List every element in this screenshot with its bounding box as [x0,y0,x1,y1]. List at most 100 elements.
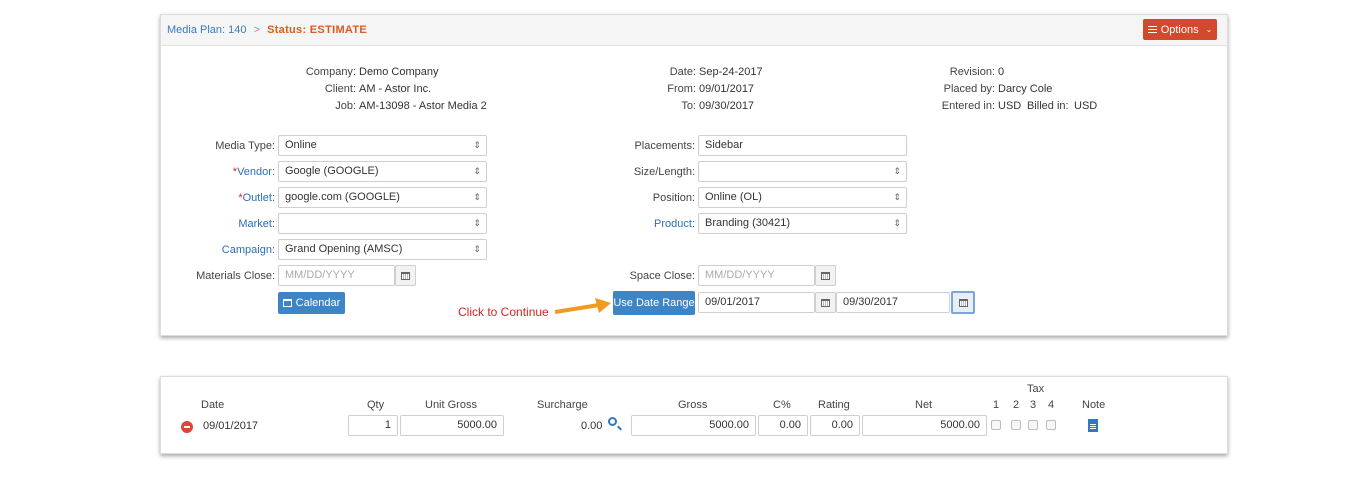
commission-column-header: C% [773,399,791,411]
arrow-icon [554,298,611,314]
date-value: Sep-24-2017 [699,66,763,78]
job-label: Job: [335,100,356,112]
outlet-value: google.com (GOOGLE) [285,191,400,203]
range-start-calendar-button[interactable] [815,292,836,313]
job-value: AM-13098 - Astor Media 2 [359,100,487,112]
options-label: Options [1160,23,1199,36]
breadcrumb-media-plan-link[interactable]: Media Plan: 140 [167,24,247,36]
calendar-icon [821,271,830,280]
options-button[interactable]: Options ⌄ [1143,19,1217,40]
calendar-button-label: Calendar [295,297,341,309]
breadcrumb-separator: > [253,24,260,36]
placements-label: Placements: [634,140,695,152]
select-arrows-icon: ⇕ [473,218,481,228]
note-column-header: Note [1082,399,1106,411]
calendar-icon [958,298,968,307]
placements-input[interactable]: Sidebar [698,135,907,156]
vendor-label[interactable]: *Vendor: [161,166,275,178]
surcharge-column-header: Surcharge [537,399,588,411]
date-range-end-input[interactable]: 09/30/2017 [836,292,950,313]
placed-by-label: Placed by: [943,83,995,95]
media-type-label: Media Type: [215,140,275,152]
client-label: Client: [324,83,356,95]
outlet-label-text: Outlet: [242,192,275,204]
campaign-value: Grand Opening (AMSC) [285,243,403,255]
unit-gross-input[interactable]: 5000.00 [400,415,504,436]
company-value: Demo Company [359,66,439,78]
space-close-input[interactable]: MM/DD/YYYY [698,265,815,286]
size-length-select[interactable]: ⇕ [698,161,907,182]
client-value: AM - Astor Inc. [359,83,432,95]
vendor-select[interactable]: Google (GOOGLE) ⇕ [278,161,487,182]
campaign-label[interactable]: Campaign: [161,244,275,256]
date-range-start-input[interactable]: 09/01/2017 [698,292,815,313]
media-plan-panel: Media Plan: 140 > Status: ESTIMATE Optio… [160,14,1228,336]
tax-4-checkbox[interactable] [1046,420,1056,430]
product-select[interactable]: Branding (30421) ⇕ [698,213,907,234]
use-date-range-button[interactable]: Use Date Range [613,291,695,315]
revision-label: Revision: [949,66,995,78]
unit-gross-column-header: Unit Gross [425,399,477,411]
click-to-continue-annotation: Click to Continue [458,305,549,319]
search-icon[interactable] [608,417,617,426]
remove-row-icon[interactable] [181,421,193,433]
select-arrows-icon: ⇕ [473,244,481,254]
materials-close-input[interactable]: MM/DD/YYYY [278,265,395,286]
to-label: To: [681,100,696,112]
range-end-calendar-button[interactable] [951,291,975,314]
outlet-select[interactable]: google.com (GOOGLE) ⇕ [278,187,487,208]
tax-2-checkbox[interactable] [1011,420,1021,430]
date-column-header: Date [201,399,225,411]
position-label: Position: [652,192,695,204]
select-arrows-icon: ⇕ [893,166,901,176]
calendar-icon [821,298,830,307]
media-type-select[interactable]: Online ⇕ [278,135,487,156]
line-items-panel: Tax Date Qty Unit Gross Surcharge Gross … [160,376,1228,454]
product-label[interactable]: Product: [561,218,695,230]
tax-2-header: 2 [1013,399,1020,411]
market-label[interactable]: Market: [161,218,275,230]
select-arrows-icon: ⇕ [893,192,901,202]
status-label: Status: ESTIMATE [267,24,367,36]
use-date-range-label: Use Date Range [613,297,695,309]
market-select[interactable]: ⇕ [278,213,487,234]
position-select[interactable]: Online (OL) ⇕ [698,187,907,208]
calendar-icon [401,271,410,280]
media-type-value: Online [285,139,317,151]
vendor-value: Google (GOOGLE) [285,165,379,177]
vendor-label-text: Vendor: [237,166,275,178]
billed-in-value: USD [1074,100,1098,112]
rating-column-header: Rating [818,399,850,411]
note-icon[interactable] [1088,419,1098,432]
calendar-button[interactable]: Calendar [278,292,345,314]
select-arrows-icon: ⇕ [473,166,481,176]
placed-by-value: Darcy Cole [998,83,1053,95]
size-length-label: Size/Length: [633,166,695,178]
row-date: 09/01/2017 [203,420,259,432]
campaign-select[interactable]: Grand Opening (AMSC) ⇕ [278,239,487,260]
from-label: From: [667,83,696,95]
tax-1-checkbox[interactable] [991,420,1001,430]
materials-close-calendar-button[interactable] [395,265,416,286]
entered-in-value: USD [998,100,1022,112]
product-value: Branding (30421) [705,217,791,229]
tax-header: Tax [1027,383,1045,395]
company-label: Company: [305,66,356,78]
space-close-calendar-button[interactable] [815,265,836,286]
billed-in-label: Billed in: [1027,100,1069,112]
to-value: 09/30/2017 [699,100,755,112]
tax-3-header: 3 [1030,399,1037,411]
qty-input[interactable]: 1 [348,415,398,436]
rating-input[interactable]: 0.00 [810,415,860,436]
tax-3-checkbox[interactable] [1028,420,1038,430]
outlet-label[interactable]: *Outlet: [161,192,275,204]
from-value: 09/01/2017 [699,83,755,95]
breadcrumb: Media Plan: 140 > Status: ESTIMATE [167,24,367,36]
tax-4-header: 4 [1048,399,1055,411]
commission-input[interactable]: 0.00 [758,415,808,436]
calendar-icon [282,299,292,307]
position-value: Online (OL) [705,191,762,203]
net-input[interactable]: 5000.00 [862,415,987,436]
gross-input[interactable]: 5000.00 [631,415,756,436]
panel-header: Media Plan: 140 > Status: ESTIMATE Optio… [161,15,1227,46]
